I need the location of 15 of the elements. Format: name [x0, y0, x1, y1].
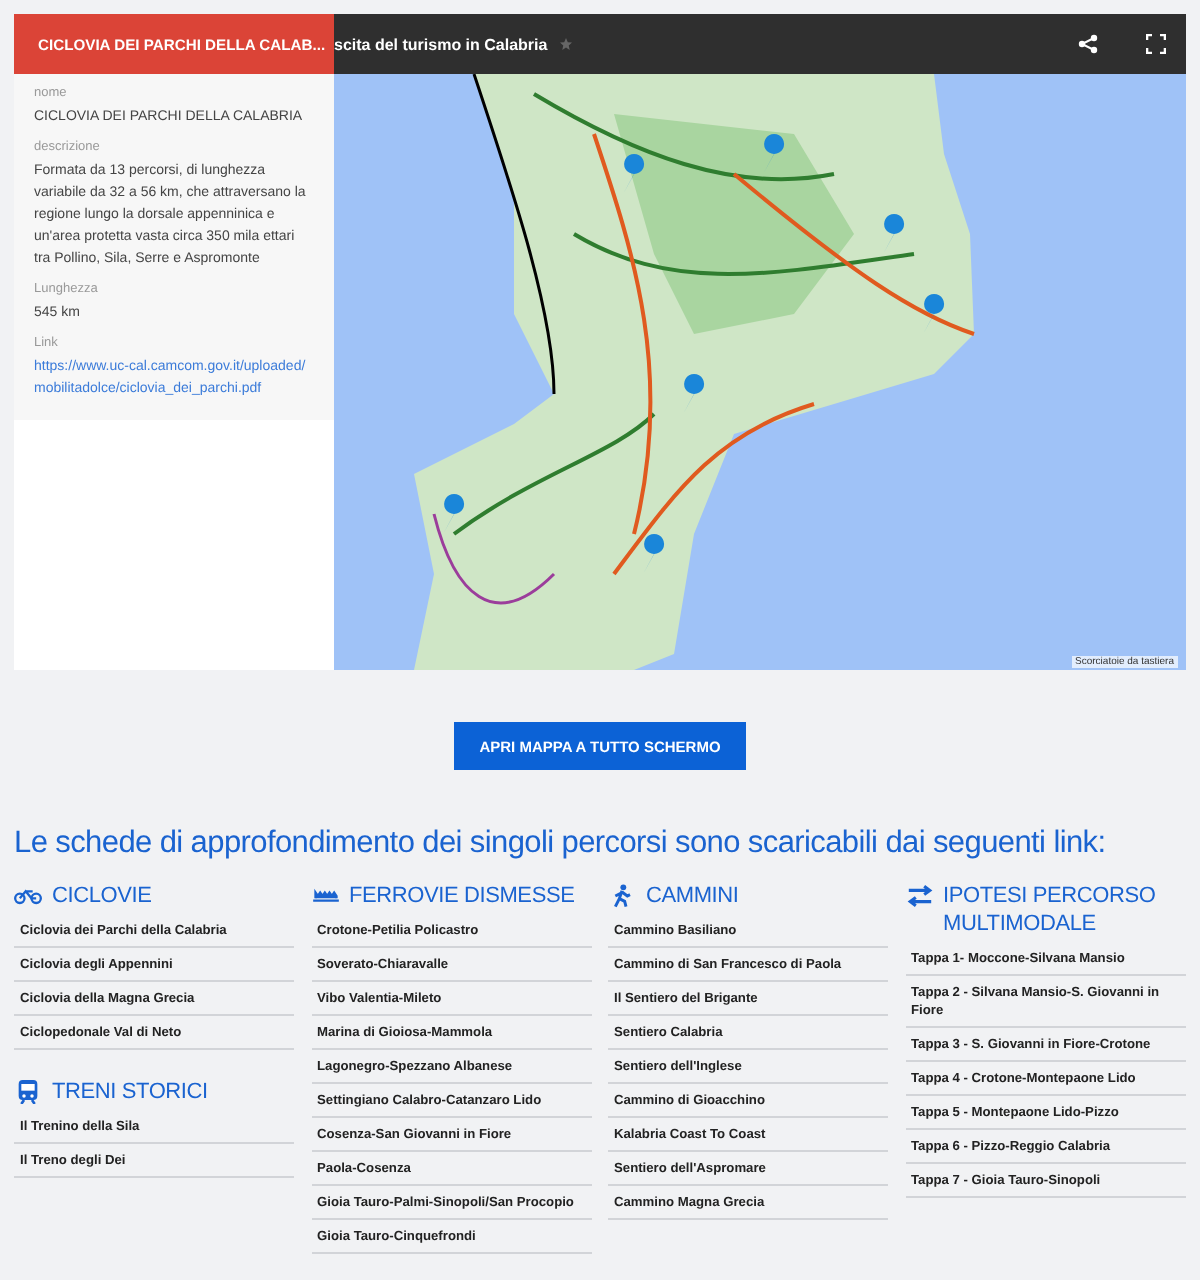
category-title: CICLOVIE	[52, 882, 152, 910]
category-title: TRENI STORICI	[52, 1078, 208, 1106]
bicycle-icon	[14, 884, 42, 908]
star-icon[interactable]	[559, 38, 572, 50]
section-heading: Le schede di approfondimento dei singoli percorsi sono scaricabili dai seguenti link:	[14, 826, 1108, 862]
railway-icon	[311, 884, 339, 908]
share-icon[interactable]	[1078, 34, 1098, 54]
category-title: FERROVIE DISMESSE	[349, 882, 575, 910]
map-title: scita del turismo in Calabria	[334, 35, 548, 53]
exchange-arrows-icon	[905, 884, 933, 908]
walking-person-icon	[608, 884, 636, 908]
train-icon	[14, 1080, 42, 1104]
category-title: CAMMINI	[646, 882, 739, 910]
fullscreen-icon[interactable]	[1146, 34, 1166, 54]
category-title: IPOTESI PERCORSO MULTIMODALE	[943, 882, 1158, 938]
